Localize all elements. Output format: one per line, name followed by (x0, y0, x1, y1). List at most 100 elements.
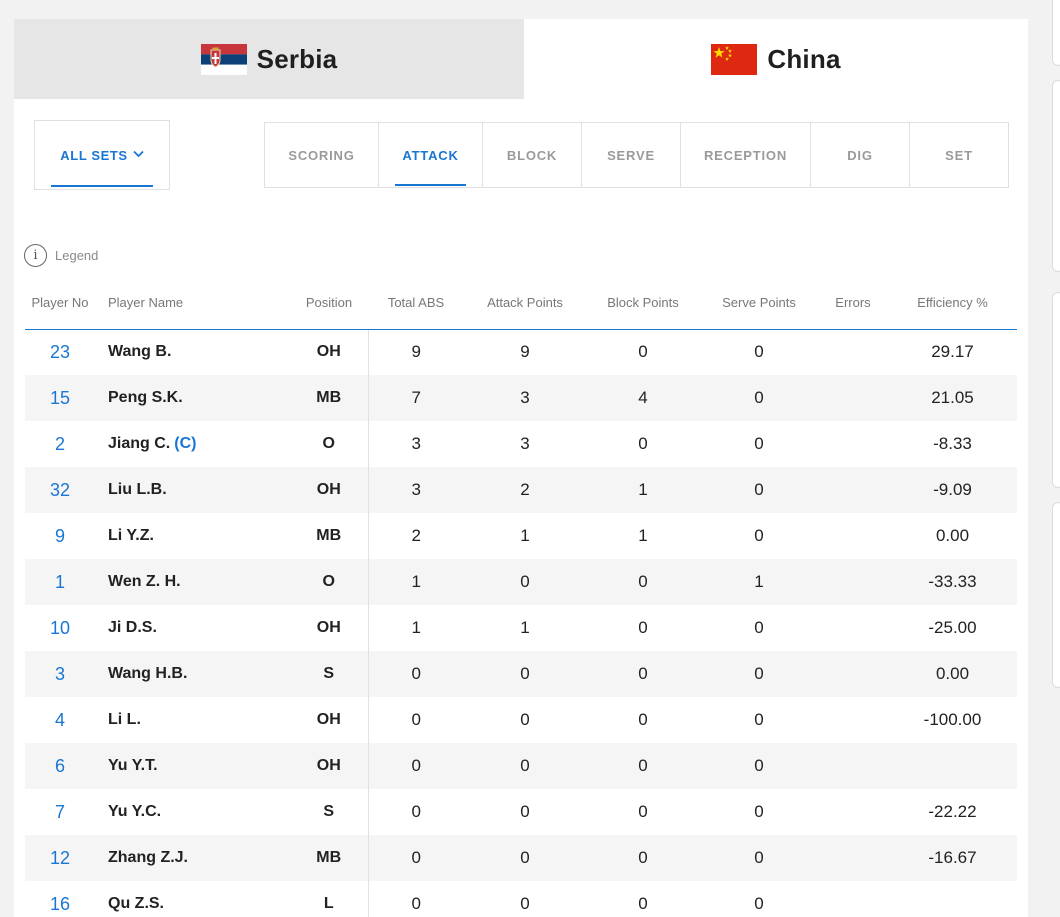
efficiency-cell: -25.00 (928, 618, 977, 637)
attack-points-cell: 0 (464, 559, 586, 605)
player-name: Ji D.S. (108, 619, 157, 636)
legend-toggle[interactable]: i Legend (24, 244, 98, 267)
efficiency-cell (888, 743, 1017, 789)
player-no-cell[interactable]: 12 (25, 835, 95, 881)
attack-stats-table: Player No Player Name Position Total ABS… (25, 277, 1017, 917)
player-no-cell[interactable]: 9 (25, 513, 95, 559)
errors-cell (818, 513, 888, 559)
player-name-cell[interactable]: Liu L.B. (95, 467, 290, 513)
serve-points-cell: 0 (754, 894, 764, 913)
header-block-points[interactable]: Block Points (586, 277, 700, 330)
serve-points-cell: 0 (700, 743, 818, 789)
attack-points-cell: 1 (520, 618, 530, 637)
serve-points-cell: 1 (700, 559, 818, 605)
attack-points-cell: 0 (464, 743, 586, 789)
table-row: 7 Yu Y.C. S 0 0 0 0 -22.22 (25, 789, 1017, 835)
tab-scoring[interactable]: SCORING (265, 123, 379, 187)
efficiency-cell: -9.09 (888, 467, 1017, 513)
errors-cell (818, 559, 888, 605)
table-body: 23 Wang B. OH 9 9 0 0 29.17 15 Peng S.K. MB 7 3 4 0 21.… (25, 329, 1017, 917)
table-row: 3 Wang H.B. S 0 0 0 0 0.00 (25, 651, 1017, 697)
player-no-cell[interactable]: 2 (25, 421, 95, 467)
block-points-cell: 0 (638, 342, 648, 362)
errors-cell (818, 375, 888, 421)
player-no-cell[interactable]: 15 (25, 375, 95, 421)
table-row: 12 Zhang Z.J. MB 0 0 0 0 -16.67 (25, 835, 1017, 881)
tab-block[interactable]: BLOCK (483, 123, 582, 187)
player-no-cell[interactable]: 1 (25, 559, 95, 605)
player-name-cell[interactable]: Peng S.K. (95, 375, 290, 421)
player-name-cell[interactable]: Ji D.S. (95, 605, 290, 651)
block-points-cell: 4 (586, 375, 700, 421)
attack-points-cell: 0 (464, 835, 586, 881)
errors-cell (818, 467, 888, 513)
player-no-cell[interactable]: 6 (25, 743, 95, 789)
table-row: 6 Yu Y.T. OH 0 0 0 0 (25, 743, 1017, 789)
tab-attack[interactable]: ATTACK (379, 123, 483, 187)
total-abs-cell: 1 (411, 618, 421, 637)
side-card[interactable] (1052, 80, 1060, 272)
player-name-cell[interactable]: Yu Y.C. (95, 789, 290, 835)
team-tab-china[interactable]: China (524, 19, 1028, 99)
player-name: Qu Z.S. (108, 895, 164, 912)
player-no-cell[interactable]: 3 (25, 651, 95, 697)
player-no-cell[interactable]: 4 (25, 697, 95, 743)
player-no-cell[interactable]: 16 (25, 881, 95, 917)
header-errors[interactable]: Errors (818, 277, 888, 330)
player-name: Li L. (108, 711, 141, 728)
tab-dig[interactable]: DIG (811, 123, 910, 187)
player-name-cell[interactable]: Wang H.B. (95, 651, 290, 697)
tab-serve[interactable]: SERVE (582, 123, 681, 187)
efficiency-cell: 29.17 (931, 342, 974, 362)
player-name-cell[interactable]: Li L. (95, 697, 290, 743)
position-cell: OH (290, 605, 369, 651)
block-points-cell: 0 (638, 434, 648, 453)
position-cell: OH (290, 467, 369, 513)
total-abs-cell: 9 (411, 342, 421, 362)
player-no-cell[interactable]: 7 (25, 789, 95, 835)
serve-points-cell: 0 (700, 375, 818, 421)
player-name-cell[interactable]: Qu Z.S. (95, 881, 290, 917)
player-no-cell[interactable]: 10 (25, 605, 95, 651)
player-name-cell[interactable]: Wang B. (95, 329, 290, 375)
position-cell: OH (290, 743, 369, 789)
player-name-cell[interactable]: Wen Z. H. (95, 559, 290, 605)
side-card[interactable] (1052, 292, 1060, 488)
captain-badge: (C) (174, 435, 197, 452)
player-name-cell[interactable]: Jiang C. (C) (95, 421, 290, 467)
serve-points-cell: 0 (700, 835, 818, 881)
position-cell: OH (290, 697, 369, 743)
efficiency-cell: 0.00 (935, 526, 970, 545)
position-cell: S (290, 651, 369, 697)
player-name-cell[interactable]: Li Y.Z. (95, 513, 290, 559)
player-no-cell[interactable]: 23 (25, 329, 95, 375)
header-serve-points[interactable]: Serve Points (700, 277, 818, 330)
header-attack-points[interactable]: Attack Points (464, 277, 586, 330)
player-no-cell[interactable]: 32 (25, 467, 95, 513)
all-sets-dropdown[interactable]: ALL SETS (34, 120, 170, 190)
tab-reception[interactable]: RECEPTION (681, 123, 811, 187)
legend-label: Legend (55, 248, 99, 263)
player-name: Peng S.K. (108, 389, 183, 406)
total-abs-cell: 0 (411, 894, 421, 913)
serve-points-cell: 0 (754, 342, 764, 362)
serve-points-cell: 0 (754, 618, 764, 637)
side-card[interactable] (1052, 502, 1060, 688)
header-player-name[interactable]: Player Name (95, 277, 290, 330)
tab-set[interactable]: SET (910, 123, 1008, 187)
position-cell: O (290, 421, 369, 467)
player-name-cell[interactable]: Yu Y.T. (95, 743, 290, 789)
team-tab-serbia[interactable]: Serbia (14, 19, 524, 99)
player-name: Yu Y.C. (108, 803, 162, 820)
header-position[interactable]: Position (290, 277, 368, 330)
side-card[interactable] (1052, 0, 1060, 66)
serve-points-cell: 0 (754, 802, 764, 821)
attack-points-cell: 9 (520, 342, 530, 362)
header-total-abs[interactable]: Total ABS (368, 277, 464, 330)
block-points-cell: 0 (586, 743, 700, 789)
header-efficiency[interactable]: Efficiency % (888, 277, 1017, 330)
table-row: 23 Wang B. OH 9 9 0 0 29.17 (25, 329, 1017, 375)
player-name-cell[interactable]: Zhang Z.J. (95, 835, 290, 881)
header-player-no[interactable]: Player No (25, 277, 95, 330)
stats-panel: Serbia China ALL SETS SCORING ATTACK BLO… (14, 19, 1028, 917)
